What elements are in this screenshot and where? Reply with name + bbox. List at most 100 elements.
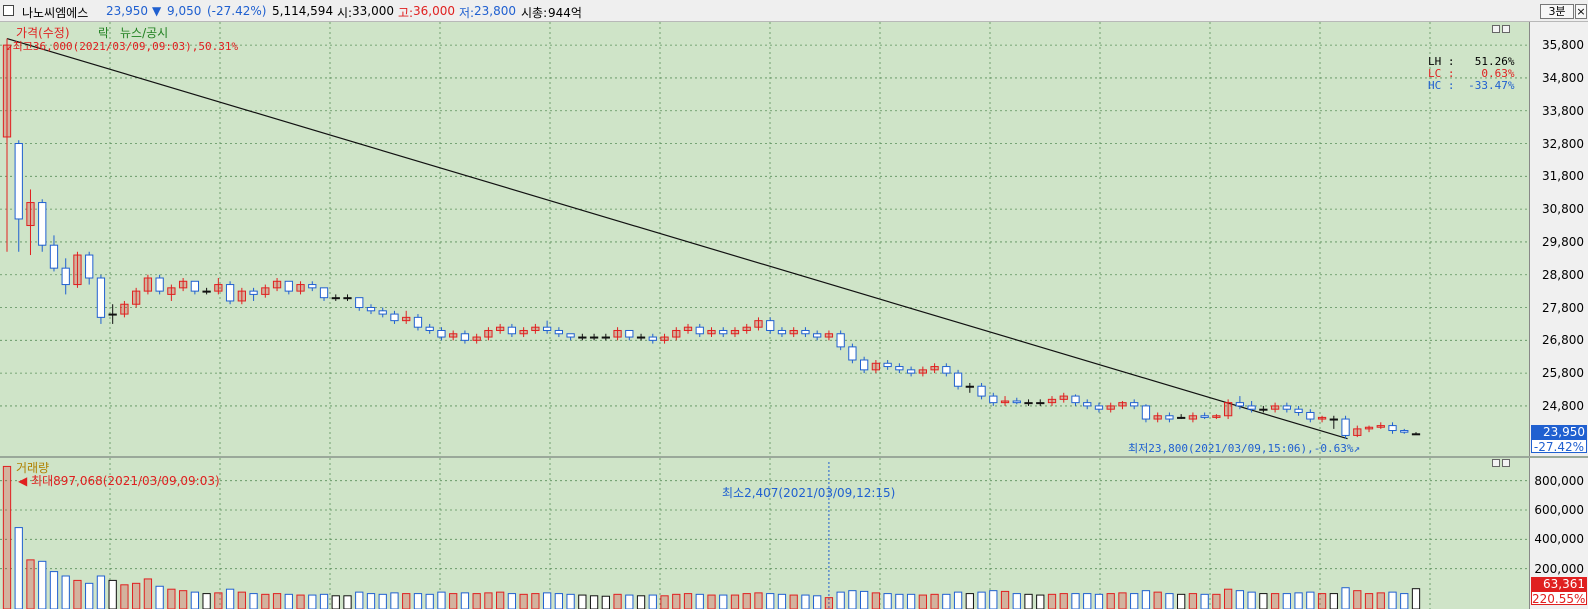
candle-body — [613, 329, 622, 338]
volume-bar — [707, 594, 716, 609]
volume-bar — [695, 593, 704, 609]
volume-bar — [1012, 593, 1021, 609]
price-axis-tick: 25,800 — [1542, 366, 1584, 381]
hc-label: HC : — [1428, 79, 1455, 92]
low-label: 저: — [459, 6, 475, 20]
volume-pane-close-icon[interactable] — [1502, 459, 1510, 467]
volume-bar — [1212, 593, 1221, 609]
candle-body — [754, 320, 763, 328]
volume-bar — [1036, 594, 1045, 609]
price-axis-tick: 26,800 — [1542, 333, 1584, 348]
price-axis-tick: 35,800 — [1542, 38, 1584, 53]
volume-bar — [860, 590, 869, 609]
candle-body — [542, 326, 552, 331]
candle-body — [1177, 416, 1186, 419]
price-axis[interactable]: 35,800 34,800 33,800 32,800 31,800 30,800 29,8… — [1529, 22, 1588, 456]
volume-bar — [1376, 592, 1385, 609]
volume-bar — [1083, 593, 1092, 609]
current-pct-badge: -27.42% — [1531, 439, 1587, 454]
volume-bar — [120, 584, 129, 609]
pane-close-icon[interactable] — [1502, 25, 1510, 33]
volume-axis-tick: 800,000 — [1534, 473, 1584, 488]
hc-value: -33.47% — [1468, 79, 1515, 92]
volume-bar — [167, 588, 176, 609]
close-button[interactable]: × — [1575, 4, 1587, 19]
volume-bar — [73, 579, 82, 609]
open-label: 시: — [337, 6, 353, 20]
volume-bar — [1118, 592, 1127, 609]
volume-chart-pane[interactable]: 거래량 ◀ 최대897,068(2021/03/09,09:03) 최소2,40… — [0, 458, 1529, 609]
volume-axis-tick: 400,000 — [1534, 532, 1584, 547]
volume-bar — [390, 592, 399, 609]
candle-body — [378, 310, 387, 315]
min-arrow-icon: ↗ — [1353, 442, 1361, 455]
volume-bar — [1165, 593, 1174, 609]
candle-body — [26, 202, 35, 227]
volume-pane-minimize-icon[interactable] — [1492, 459, 1500, 467]
candle-body — [1036, 402, 1045, 405]
candle-body — [49, 244, 59, 269]
period-button[interactable]: 3분 — [1540, 4, 1574, 19]
candle-body — [519, 329, 528, 335]
candle-body — [1024, 402, 1033, 405]
candle-body — [2, 44, 12, 138]
candle-body — [860, 359, 869, 371]
current-price: 23,950 — [106, 4, 148, 18]
volume-bar — [566, 593, 575, 609]
volume-bar — [754, 592, 763, 609]
volume-bar — [554, 593, 563, 609]
candle-body — [319, 287, 329, 299]
candle-body — [155, 277, 164, 292]
volume-bar — [1329, 593, 1338, 609]
candle-body — [953, 372, 963, 387]
volume-bar — [237, 591, 246, 609]
volume-bar — [308, 594, 317, 609]
volume-bar — [413, 593, 423, 609]
candle-body — [1329, 418, 1338, 421]
volume-bar — [214, 592, 223, 609]
candle-body — [496, 326, 505, 331]
candle-body — [1212, 415, 1221, 418]
candle-body — [202, 290, 211, 293]
volume-bar — [824, 597, 834, 609]
candle-body — [14, 143, 23, 220]
volume-bar — [1130, 593, 1139, 609]
volume-bar — [672, 593, 681, 609]
candle-body — [1200, 415, 1209, 418]
stock-name[interactable]: 나노씨엠에스 — [22, 4, 88, 21]
volume-bar — [1223, 588, 1233, 609]
max-price-annotation: ↙최고36,000(2021/03/09,09:03),50.31% — [6, 38, 238, 54]
volume-bar — [942, 593, 951, 609]
candle-body — [1153, 415, 1162, 420]
volume-bar — [589, 595, 599, 609]
candle-body — [61, 267, 70, 286]
volume-bar — [601, 595, 610, 609]
candle-body — [989, 395, 998, 404]
chart-checkbox[interactable] — [3, 5, 14, 16]
volume-bar — [1200, 593, 1209, 609]
price-axis-tick: 34,800 — [1542, 70, 1584, 85]
pane-minimize-icon[interactable] — [1492, 25, 1500, 33]
min-price-annotation: 최저23,800(2021/03/09,15:06),-0.63%↗ — [1128, 440, 1360, 456]
candle-body — [237, 290, 246, 302]
candle-body — [871, 362, 881, 371]
volume-bar — [1059, 593, 1068, 609]
candle-body — [1353, 428, 1362, 436]
candle-body — [1259, 408, 1268, 411]
candle-body — [766, 320, 775, 331]
volume-bar — [719, 594, 728, 609]
volume-axis-tick: 600,000 — [1534, 503, 1584, 517]
candle-body — [777, 329, 787, 335]
volume-bar — [801, 594, 810, 609]
volume-bar — [378, 593, 387, 609]
volume-bar — [14, 527, 23, 609]
volume-bar — [1153, 591, 1162, 609]
volume-bar — [789, 594, 798, 609]
candle-body — [1317, 416, 1327, 420]
candle-body — [96, 277, 106, 318]
volume-bar — [918, 594, 927, 609]
price-chart-pane[interactable]: 가격(수정) 락 뉴스/공시 ↙최고36,000(2021/03/09,09:0… — [0, 22, 1529, 456]
volume-bar — [96, 575, 106, 609]
volume-bar — [61, 575, 70, 609]
candle-body — [601, 336, 610, 339]
